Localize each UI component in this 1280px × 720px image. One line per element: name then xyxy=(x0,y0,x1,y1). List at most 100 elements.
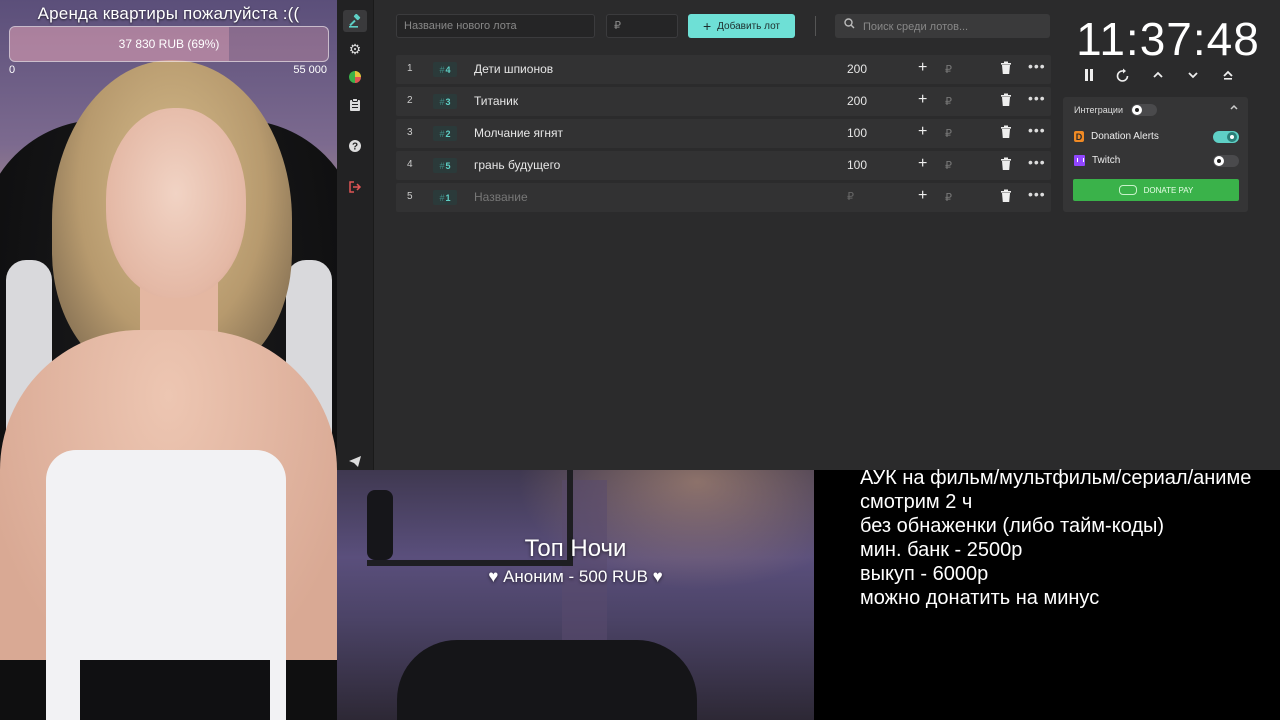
donatepay-button[interactable]: DONATE PAY xyxy=(1073,179,1239,201)
goal-progress-label: 37 830 RUB (69%) xyxy=(118,37,220,51)
hash-icon: # xyxy=(439,160,445,171)
trash-icon[interactable] xyxy=(1000,157,1014,173)
chevron-up-icon[interactable] xyxy=(1229,102,1239,115)
gavel-icon[interactable] xyxy=(343,10,367,32)
donation-alerts-row: D Donation Alerts xyxy=(1074,131,1159,142)
lot-amount[interactable]: 200 xyxy=(847,62,867,76)
lot-tag-number: 4 xyxy=(445,64,451,75)
plus-icon: + xyxy=(702,18,712,34)
goal-max-label: 55 000 xyxy=(293,64,327,76)
reset-icon[interactable] xyxy=(1112,68,1134,86)
twitch-toggle[interactable] xyxy=(1213,155,1239,167)
lot-index: 3 xyxy=(407,127,413,138)
add-amount-input[interactable]: ₽ xyxy=(945,63,952,76)
add-amount-input[interactable]: ₽ xyxy=(945,95,952,108)
more-options-icon[interactable]: ••• xyxy=(1028,186,1046,202)
donation-alerts-toggle[interactable] xyxy=(1213,131,1239,143)
search-input[interactable] xyxy=(861,14,1050,40)
lot-row[interactable]: 5 #1 Название ₽ + ₽ ••• xyxy=(396,183,1051,212)
auction-app-window: ⚙ ? + Добавить лот 1#4Дети xyxy=(337,0,1280,470)
hash-icon: # xyxy=(439,64,445,75)
eject-icon[interactable] xyxy=(1217,68,1239,85)
lot-row[interactable]: 4 #5 грань будущего 100 + ₽ ••• xyxy=(396,151,1051,180)
lot-tag[interactable]: #3 xyxy=(433,94,457,109)
trash-icon[interactable] xyxy=(1000,61,1014,77)
trash-icon[interactable] xyxy=(1000,125,1014,141)
add-amount-input[interactable]: ₽ xyxy=(945,127,952,140)
webcam-video xyxy=(0,0,337,720)
more-options-icon[interactable]: ••• xyxy=(1028,122,1046,138)
top-night-entry: ♥ Аноним - 500 RUB ♥ xyxy=(488,567,663,586)
lot-tag-number: 5 xyxy=(445,160,451,171)
integrations-title: Интеграции xyxy=(1074,105,1123,115)
lot-amount[interactable]: 200 xyxy=(847,94,867,108)
add-amount-icon[interactable]: + xyxy=(918,59,927,77)
add-amount-icon[interactable]: + xyxy=(918,123,927,141)
rule-line: мин. банк - 2500р xyxy=(860,539,1023,561)
dark-pants xyxy=(80,660,270,720)
lot-tag-number: 3 xyxy=(445,96,451,107)
donation-goal: Аренда квартиры пожалуйста :(( 37 830 RU… xyxy=(0,0,337,80)
gear-icon[interactable]: ⚙ xyxy=(343,38,367,60)
streamer-face xyxy=(106,108,246,298)
chevron-up-icon[interactable] xyxy=(1147,68,1169,85)
pause-icon[interactable] xyxy=(1078,68,1100,86)
lot-index: 4 xyxy=(407,159,413,170)
lot-title[interactable]: Титаник xyxy=(474,94,518,108)
hash-icon: # xyxy=(439,128,445,139)
auction-timer: 11:37:48 xyxy=(1076,13,1260,65)
more-options-icon[interactable]: ••• xyxy=(1028,58,1046,74)
lot-title[interactable]: Молчание ягнят xyxy=(474,126,563,140)
lot-tag[interactable]: #5 xyxy=(433,158,457,173)
rule-line: без обнаженки (либо тайм-коды) xyxy=(860,515,1165,537)
twitch-label: Twitch xyxy=(1092,155,1121,166)
toolbar-divider xyxy=(815,16,816,36)
rule-line: смотрим 2 ч xyxy=(860,491,973,513)
lot-tag[interactable]: #4 xyxy=(433,62,457,77)
lot-row[interactable]: 1 #4 Дети шпионов 200 + ₽ ••• xyxy=(396,55,1051,84)
trash-icon[interactable] xyxy=(1000,93,1014,109)
integrations-panel: Интеграции D Donation Alerts Twitch DONA… xyxy=(1063,97,1248,212)
lot-row[interactable]: 3 #2 Молчание ягнят 100 + ₽ ••• xyxy=(396,119,1051,148)
logout-icon[interactable] xyxy=(343,176,367,198)
clipboard-icon[interactable] xyxy=(343,94,367,116)
hash-icon: # xyxy=(439,192,445,203)
lot-amount[interactable]: 100 xyxy=(847,126,867,140)
new-lot-price-input[interactable] xyxy=(606,14,678,38)
help-icon[interactable]: ? xyxy=(343,135,367,157)
lot-tag[interactable]: #2 xyxy=(433,126,457,141)
chair-back xyxy=(397,640,697,720)
lot-title[interactable]: Дети шпионов xyxy=(474,62,553,76)
add-amount-input[interactable]: ₽ xyxy=(945,159,952,172)
lot-title[interactable]: Название xyxy=(474,190,528,204)
add-amount-icon[interactable]: + xyxy=(918,155,927,173)
add-lot-button[interactable]: + Добавить лот xyxy=(688,14,795,38)
pie-chart-icon[interactable] xyxy=(343,66,367,88)
add-amount-input[interactable]: ₽ xyxy=(945,191,952,204)
lot-row[interactable]: 2 #3 Титаник 200 + ₽ ••• xyxy=(396,87,1051,116)
twitch-icon xyxy=(1074,155,1085,166)
more-options-icon[interactable]: ••• xyxy=(1028,154,1046,170)
add-amount-icon[interactable]: + xyxy=(918,91,927,109)
search-icon xyxy=(844,18,855,32)
lot-amount[interactable]: ₽ xyxy=(847,190,854,203)
more-options-icon[interactable]: ••• xyxy=(1028,90,1046,106)
add-amount-icon[interactable]: + xyxy=(918,187,927,205)
integrations-master-toggle[interactable] xyxy=(1131,104,1157,116)
chevron-down-icon[interactable] xyxy=(1182,68,1204,85)
search-box xyxy=(835,14,1050,40)
new-lot-name-input[interactable] xyxy=(396,14,595,38)
hash-icon: # xyxy=(439,96,445,107)
top-night-title: Топ Ночи xyxy=(524,535,627,562)
lot-amount[interactable]: 100 xyxy=(847,158,867,172)
lot-tag[interactable]: #1 xyxy=(433,190,457,205)
lot-index: 1 xyxy=(407,63,413,74)
donation-alerts-icon: D xyxy=(1074,131,1084,142)
rule-line: АУК на фильм/мультфильм/сериал/аниме xyxy=(860,467,1252,489)
trash-icon[interactable] xyxy=(1000,189,1014,205)
twitch-row: Twitch xyxy=(1074,155,1120,166)
donatepay-label: DONATE PAY xyxy=(1143,185,1194,195)
lot-title[interactable]: грань будущего xyxy=(474,158,560,172)
lot-tag-number: 1 xyxy=(445,192,451,203)
telegram-icon[interactable] xyxy=(343,450,367,472)
